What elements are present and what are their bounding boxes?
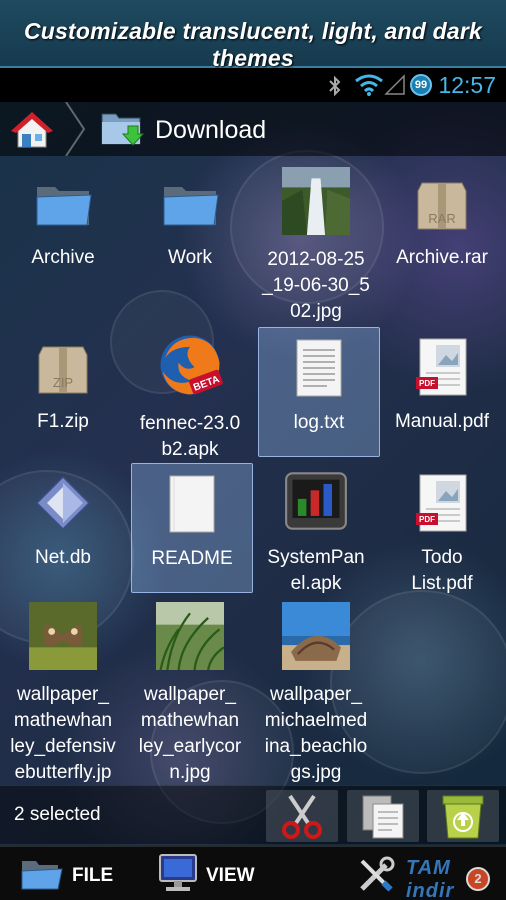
view-menu-label: VIEW [206,865,255,886]
file-item-manual-pdf[interactable]: PDF Manual.pdf [382,327,502,435]
bottom-toolbar: FILE VIEW TAM indir 2 [0,845,506,900]
file-item-zip[interactable]: ZIP F1.zip [3,327,123,435]
file-name: wallpaper_ michaelmed ina_beachlo gs.jpg [264,684,368,783]
monitor-icon [159,854,197,891]
notification-badge: 99 [410,74,432,96]
recycle-bin-icon [442,795,484,839]
copy-button[interactable] [347,790,419,842]
file-name: wallpaper_ mathewhan ley_defensiv ebutte… [10,684,116,783]
waterfall-thumbnail [282,167,350,235]
file-item-todo-pdf[interactable]: PDF Todo List.pdf [382,463,502,597]
blank-document-icon [169,475,215,533]
path-bar: Download [0,102,506,156]
download-folder-icon[interactable] [100,108,146,150]
file-name: F1.zip [37,411,89,432]
file-item-wallpaper-beachlogs[interactable]: wallpaper_ michaelmed ina_beachlo gs.jpg [256,596,376,786]
folder-icon [36,187,92,226]
file-item-archive[interactable]: Archive [3,163,123,271]
file-item-wallpaper-earlycorn[interactable]: wallpaper_ mathewhan ley_earlycor n.jpg [130,596,250,786]
pdf-badge: PDF [419,515,435,524]
tools-settings-icon[interactable] [356,855,396,895]
folder-icon [21,861,63,890]
file-name: Net.db [35,547,91,568]
banner-text: Customizable translucent, light, and dar… [23,18,483,71]
file-name: log.txt [293,412,345,433]
butterfly-thumbnail [29,602,97,670]
file-name: Archive.rar [396,247,488,268]
beach-thumbnail [282,602,350,670]
signal-icon [384,74,405,95]
file-item-archive-rar[interactable]: RAR Archive.rar [382,163,502,271]
status-bar: 99 12:57 [0,68,506,102]
wifi-icon [355,74,383,96]
pdf-badge: PDF [419,379,435,388]
selection-count: 2 selected [14,804,101,825]
current-folder-title: Download [155,116,267,144]
file-item-log-txt[interactable]: log.txt [258,327,380,457]
file-menu-label: FILE [72,865,114,886]
firefox-icon: BETA [160,335,223,395]
file-name: wallpaper_ mathewhan ley_earlycor n.jpg [138,684,242,783]
archive-box-icon: RAR [417,182,467,230]
breadcrumb-separator [65,102,86,156]
archive-box-icon: ZIP [38,346,88,394]
scissors-icon [282,794,322,839]
text-document-icon [296,339,342,397]
delete-button[interactable] [427,790,499,842]
clock: 12:57 [438,72,496,98]
file-item-jpg[interactable]: 2012-08-25 _19-06-30_5 02.jpg [256,163,376,325]
file-item-net-db[interactable]: Net.db [3,463,123,571]
promo-banner: Customizable translucent, light, and dar… [0,0,506,71]
file-name: Manual.pdf [394,411,489,432]
watermark-badge-icon: 2 [466,867,490,891]
bluetooth-icon [329,75,341,97]
cut-button[interactable] [266,790,338,842]
folder-icon [163,187,219,226]
screen: Customizable translucent, light, and dar… [0,0,506,900]
file-name: Work [168,247,212,268]
copy-icon [362,795,404,839]
database-icon [35,475,91,531]
grass-thumbnail [156,602,225,671]
file-name: SystemPan el.apk [267,547,365,594]
home-icon[interactable] [10,110,54,150]
file-item-apk-fennec[interactable]: BETA fennec-23.0 b2.apk [130,327,250,463]
file-item-systempanel-apk[interactable]: SystemPan el.apk [256,463,376,597]
selection-action-bar: 2 selected [0,785,506,844]
file-item-readme[interactable]: README [131,463,253,593]
systempanel-icon [285,472,347,530]
file-item-wallpaper-butterfly[interactable]: wallpaper_ mathewhan ley_defensiv ebutte… [3,596,123,786]
view-menu-button[interactable]: VIEW [150,847,270,900]
watermark-logo: TAM indir 2 [404,851,500,900]
file-item-work[interactable]: Work [130,163,250,271]
file-name: Todo List.pdf [411,547,473,594]
archive-badge: RAR [428,211,455,226]
file-name: 2012-08-25 _19-06-30_5 02.jpg [262,249,370,322]
file-name: Archive [31,247,95,268]
file-name: README [151,548,233,569]
pdf-icon: PDF [416,338,467,396]
archive-badge: ZIP [53,375,73,390]
file-menu-button[interactable]: FILE [0,847,130,900]
file-name: fennec-23.0 b2.apk [139,413,241,460]
pdf-icon: PDF [416,474,467,532]
